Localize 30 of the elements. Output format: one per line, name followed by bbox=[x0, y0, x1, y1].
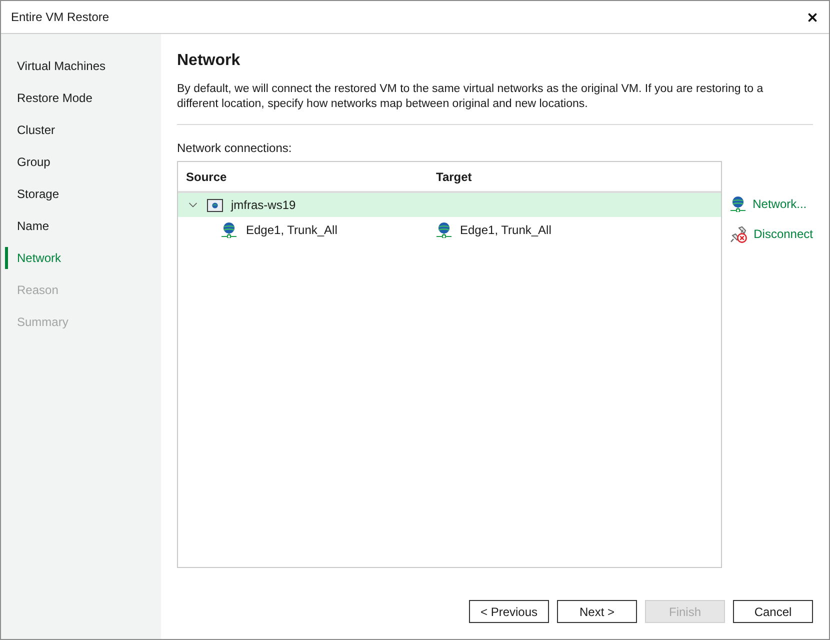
wizard-button[interactable]: Cancel bbox=[733, 600, 813, 623]
close-icon bbox=[806, 10, 818, 24]
sidebar-item[interactable]: Restore Mode bbox=[1, 82, 161, 114]
section-label: Network connections: bbox=[177, 141, 293, 156]
source-network: Edge1, Trunk_All bbox=[246, 222, 338, 238]
column-header[interactable]: Target bbox=[428, 168, 472, 186]
disconnect-plug-icon bbox=[730, 226, 747, 242]
target-network: Edge1, Trunk_All bbox=[460, 222, 552, 238]
vm-icon bbox=[207, 198, 223, 212]
sidebar-item[interactable]: Cluster bbox=[1, 114, 161, 146]
globe-network-icon bbox=[221, 222, 237, 238]
action-link[interactable]: Disconnect bbox=[730, 222, 813, 246]
selection-indicator bbox=[5, 247, 8, 269]
sidebar-item[interactable]: Network bbox=[1, 242, 161, 274]
globe-network-icon bbox=[730, 196, 746, 212]
window-title: Entire VM Restore bbox=[11, 9, 110, 26]
vm-name: jmfras-ws19 bbox=[231, 197, 296, 214]
tree-row[interactable]: jmfras-ws19 bbox=[178, 193, 721, 217]
sidebar-item[interactable]: Virtual Machines bbox=[1, 50, 161, 82]
column-header[interactable]: Source bbox=[178, 168, 428, 186]
wizard-button[interactable]: Next > bbox=[557, 600, 637, 623]
sidebar-item[interactable]: Storage bbox=[1, 178, 161, 210]
globe-network-icon bbox=[436, 222, 452, 238]
close-button[interactable] bbox=[805, 10, 819, 24]
page-description: By default, we will connect the restored VM to the same virtual networks as the original VM. If you are restoring to a different location, specify how networks map between original and new locations. bbox=[177, 82, 764, 112]
action-link[interactable]: Network... bbox=[730, 192, 813, 216]
sidebar-item[interactable]: Group bbox=[1, 146, 161, 178]
sidebar-item[interactable]: Name bbox=[1, 210, 161, 242]
page-heading: Network bbox=[177, 51, 242, 71]
wizard-button[interactable]: < Previous bbox=[469, 600, 549, 623]
